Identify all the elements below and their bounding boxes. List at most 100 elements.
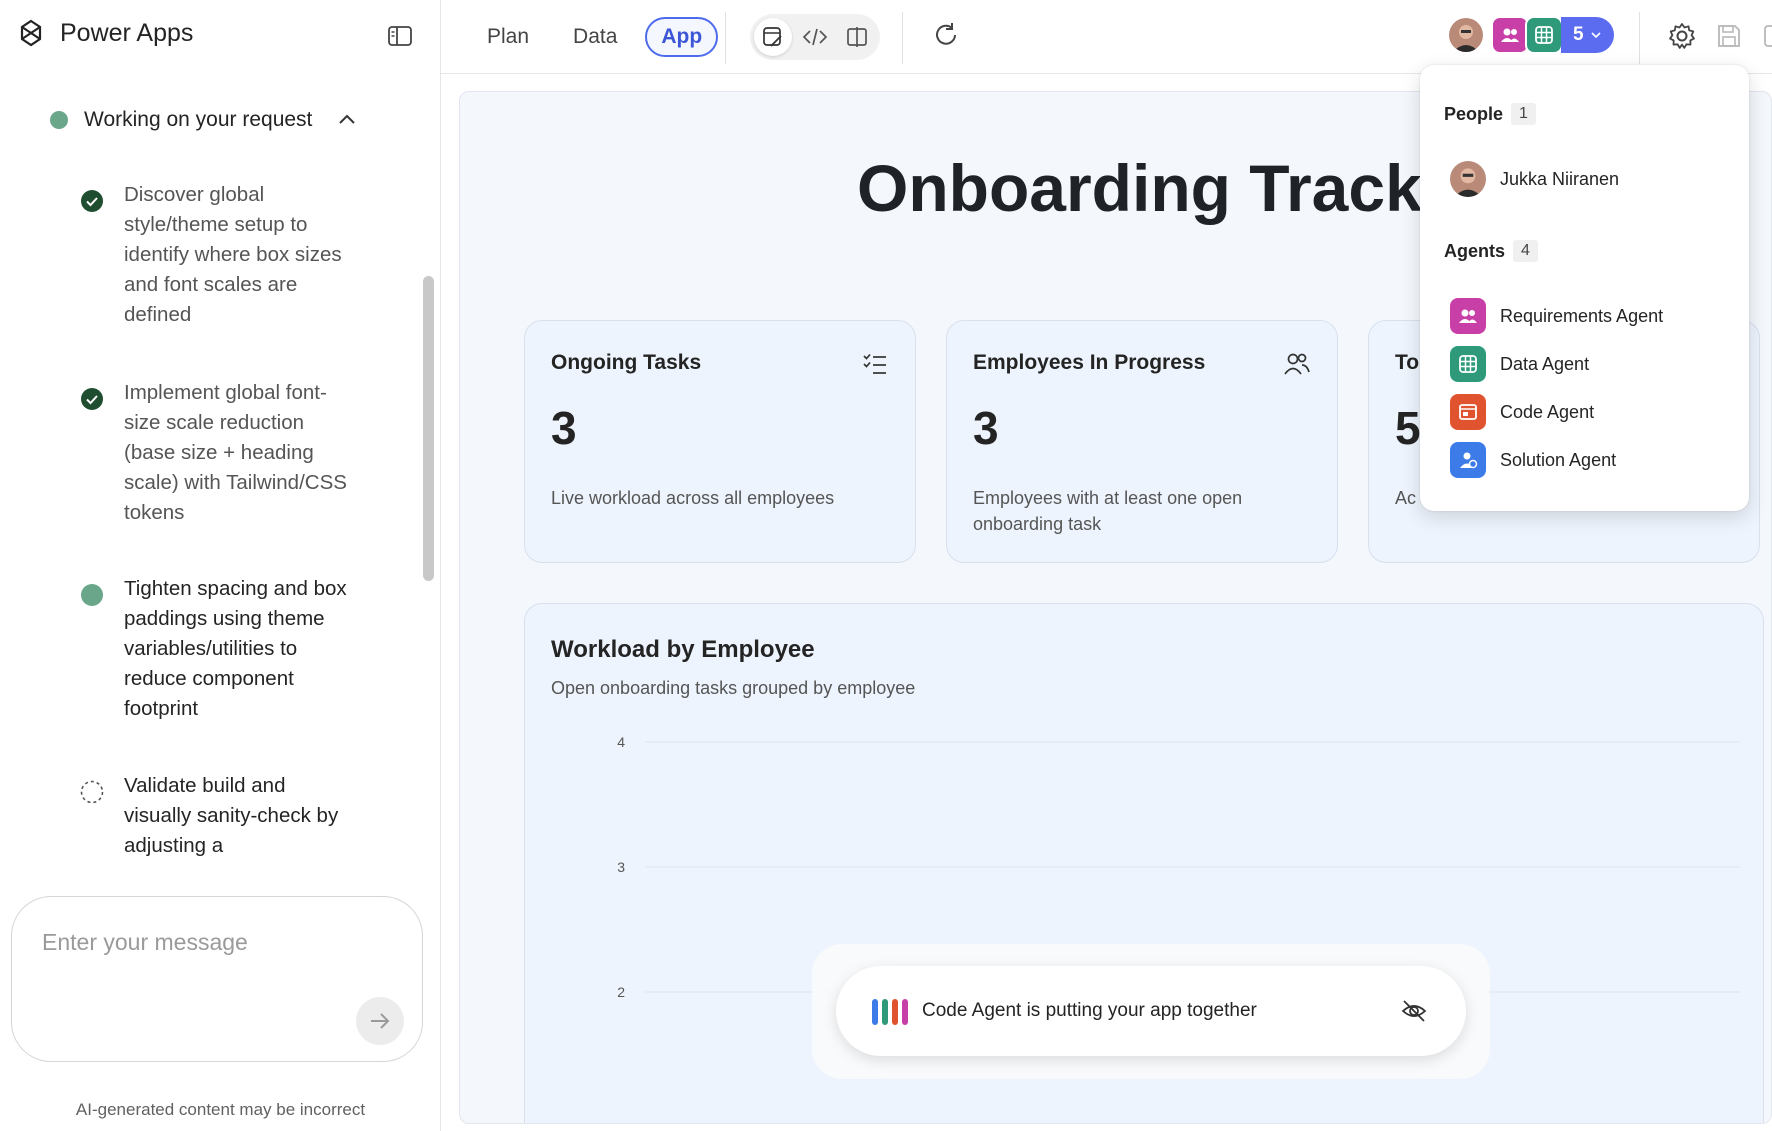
user-photo-icon (1449, 18, 1483, 52)
agents-heading: Agents 4 (1444, 240, 1538, 262)
design-view-button[interactable] (754, 18, 792, 56)
step-item: Validate build and visually sanity-check… (80, 771, 354, 860)
collaborators[interactable]: 5 (1447, 16, 1614, 54)
card-value: 3 (551, 402, 577, 454)
save-icon[interactable] (1714, 21, 1744, 51)
page-title: Onboarding Tracker (857, 151, 1485, 225)
grid-icon (1535, 26, 1553, 44)
requirements-agent-icon (1450, 298, 1486, 334)
status-toast: Code Agent is putting your app together (836, 966, 1466, 1056)
agents-count-badge: 4 (1513, 240, 1538, 262)
card-title: Ongoing Tasks (551, 351, 702, 374)
gear-icon[interactable] (1666, 20, 1698, 52)
data-agent-icon (1450, 346, 1486, 382)
toast-text: Code Agent is putting your app together (922, 1000, 1257, 1021)
view-tabs: Plan Data App (471, 17, 719, 57)
agent-name: Data Agent (1500, 353, 1590, 374)
agent-name: Code Agent (1500, 401, 1595, 422)
people-icon (1284, 353, 1310, 375)
collaborators-popover: People 1 Jukka Niiranen Agents 4 Require… (1420, 65, 1749, 511)
scrollbar[interactable] (423, 276, 434, 581)
step-text: Discover global style/theme setup to ide… (124, 183, 342, 326)
pending-circle-icon (80, 780, 104, 804)
user-photo-icon (1450, 161, 1486, 197)
design-pen-icon (763, 27, 782, 47)
brand: Power Apps (16, 18, 193, 48)
tab-data[interactable]: Data (557, 17, 633, 57)
divider (902, 12, 903, 64)
tab-plan[interactable]: Plan (471, 17, 545, 57)
refresh-icon[interactable] (931, 20, 961, 50)
request-status[interactable]: Working on your request (50, 108, 358, 132)
people-heading: People 1 (1444, 103, 1536, 125)
collapse-panel-icon[interactable] (386, 22, 414, 50)
step-text: Implement global font-size scale reducti… (124, 381, 347, 524)
stat-card: Ongoing Tasks 3 Live workload across all… (524, 320, 916, 563)
user-avatar (1450, 161, 1486, 197)
tab-app[interactable]: App (645, 17, 719, 57)
step-text: Validate build and visually sanity-check… (124, 774, 339, 857)
y-tick-label: 3 (617, 859, 625, 875)
chat-panel: Power Apps Working on your request Disco… (0, 0, 441, 1131)
collaborator-count-button[interactable]: 5 (1561, 17, 1614, 53)
eye-off-icon[interactable] (1400, 997, 1428, 1025)
check-circle-icon (81, 190, 103, 212)
arrow-right-icon (371, 1013, 390, 1029)
person-item[interactable]: Jukka Niiranen (1450, 161, 1619, 197)
status-toast-backdrop: Code Agent is putting your app together (812, 944, 1490, 1079)
check-circle-icon (81, 388, 103, 410)
agent-item-code[interactable]: Code Agent (1450, 394, 1594, 430)
agent-item-requirements[interactable]: Requirements Agent (1450, 298, 1663, 334)
agents-heading-label: Agents (1444, 240, 1506, 261)
agent-name: Requirements Agent (1500, 305, 1664, 326)
people-icon (1501, 28, 1519, 42)
card-value: 5 (1395, 402, 1421, 454)
people-count-badge: 1 (1511, 103, 1536, 125)
card-value: 3 (973, 402, 999, 454)
card-description: Live workload across all employees (551, 488, 835, 508)
collaborator-count: 5 (1573, 24, 1584, 45)
chevron-down-icon (1591, 32, 1601, 39)
agent-name: Solution Agent (1500, 449, 1617, 470)
agent-item-data[interactable]: Data Agent (1450, 346, 1589, 382)
agent-activity-icon (872, 999, 908, 1025)
agent-item-solution[interactable]: Solution Agent (1450, 442, 1616, 478)
code-view-button[interactable] (796, 18, 834, 56)
send-button[interactable] (356, 997, 404, 1045)
app-name: Power Apps (60, 18, 194, 47)
message-composer[interactable]: Enter your message (11, 896, 423, 1062)
code-agent-icon (1450, 394, 1486, 430)
power-apps-logo-icon (20, 19, 42, 47)
divider (1639, 12, 1640, 64)
code-icon (802, 28, 828, 46)
step-item: Implement global font-size scale reducti… (80, 378, 354, 528)
card-title: Employees In Progress (973, 351, 1206, 374)
step-item: Tighten spacing and box paddings using t… (80, 574, 354, 724)
steps-list: Discover global style/theme setup to ide… (80, 180, 380, 860)
y-tick-label: 4 (617, 734, 625, 750)
user-avatar[interactable] (1447, 16, 1485, 54)
split-view-button[interactable] (838, 18, 876, 56)
in-progress-dot-icon (81, 584, 103, 606)
publish-icon[interactable] (1761, 21, 1772, 51)
step-item: Discover global style/theme setup to ide… (80, 180, 354, 330)
step-text: Tighten spacing and box paddings using t… (124, 577, 347, 720)
ai-disclaimer: AI-generated content may be incorrect (75, 1100, 366, 1119)
divider (725, 12, 726, 64)
card-description: Employees with at least one open onboard… (973, 488, 1243, 534)
top-bar: Plan Data App 5 (441, 0, 1772, 74)
message-input[interactable]: Enter your message (42, 929, 248, 956)
data-agent-chip[interactable] (1525, 16, 1563, 54)
solution-agent-icon (1450, 442, 1486, 478)
status-dot-icon (50, 111, 68, 129)
card-title: To (1395, 351, 1420, 374)
person-name: Jukka Niiranen (1500, 168, 1620, 189)
split-view-icon (847, 27, 867, 47)
status-label: Working on your request (84, 108, 313, 131)
chevron-up-icon[interactable] (336, 109, 358, 131)
y-tick-label: 2 (617, 984, 625, 1000)
requirements-agent-chip[interactable] (1491, 16, 1529, 54)
stat-card: Employees In Progress 3 Employees with a… (946, 320, 1338, 563)
people-heading-label: People (1444, 103, 1504, 124)
view-mode-group (750, 14, 880, 60)
